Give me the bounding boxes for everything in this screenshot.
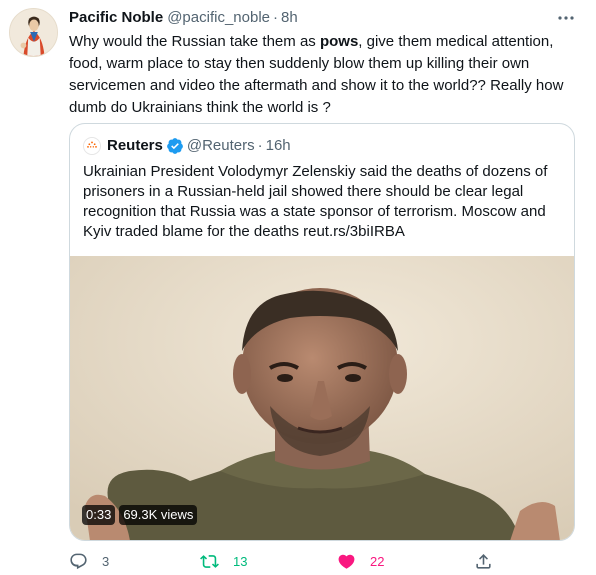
video-views: 69.3K views	[119, 505, 198, 525]
reply-button[interactable]: 3	[69, 550, 109, 572]
tweet-text: Why would the Russian take them as pows,…	[69, 31, 579, 119]
video-duration: 0:33	[82, 505, 116, 525]
retweet-count: 13	[233, 553, 248, 569]
verified-badge-icon	[166, 137, 184, 155]
quoted-author-handle[interactable]: @Reuters	[187, 136, 255, 156]
quoted-tweet-text: Ukrainian President Volodymyr Zelenskiy …	[83, 163, 548, 240]
avatar-image	[10, 9, 57, 56]
reply-icon	[70, 553, 87, 569]
share-button[interactable]	[474, 550, 493, 572]
tweet-actions: 3 13 22	[69, 550, 499, 572]
video-stats: 0:33 69.3K views	[82, 505, 198, 525]
heart-filled-icon	[338, 554, 355, 569]
tweet-header: Pacific Noble @pacific_noble · 8h	[69, 9, 298, 27]
author-handle[interactable]: @pacific_noble	[167, 9, 270, 26]
separator-dot: ·	[273, 9, 278, 26]
like-count: 22	[370, 553, 385, 569]
avatar[interactable]	[9, 8, 58, 57]
quoted-tweet-header: Reuters @Reuters · 16h	[83, 136, 291, 156]
tweet-text-part: Why would the Russian take them as	[69, 33, 320, 50]
video-player[interactable]: 0:33 69.3K views	[70, 256, 574, 540]
quoted-tweet-time[interactable]: 16h	[266, 136, 291, 156]
quoted-tweet[interactable]: Reuters @Reuters · 16h Ukrainian President…	[69, 123, 575, 541]
author-name[interactable]: Pacific Noble	[69, 9, 163, 26]
tweet[interactable]: Pacific Noble @pacific_noble · 8h Why would…	[0, 0, 596, 575]
reply-count: 3	[102, 553, 110, 569]
quoted-author-name[interactable]: Reuters	[107, 136, 163, 156]
separator-dot: ·	[257, 137, 263, 154]
tweet-text-bold: pows	[319, 33, 359, 50]
share-icon	[476, 553, 491, 569]
more-horizontal-icon[interactable]	[556, 8, 576, 28]
tweet-time[interactable]: 8h	[281, 9, 298, 26]
retweet-icon	[200, 554, 219, 568]
quoted-avatar[interactable]	[83, 137, 101, 155]
like-button[interactable]: 22	[337, 550, 384, 572]
video-thumbnail	[70, 256, 574, 540]
retweet-button[interactable]: 13	[200, 550, 247, 572]
